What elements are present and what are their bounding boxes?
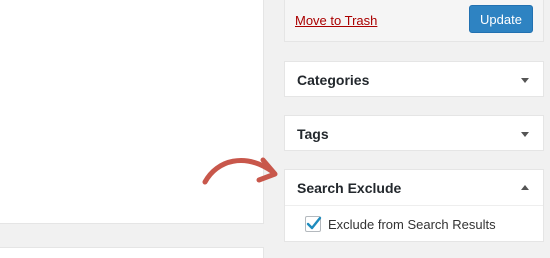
move-to-trash-link[interactable]: Move to Trash bbox=[295, 13, 377, 28]
exclude-from-search-checkbox[interactable] bbox=[305, 216, 322, 232]
editor-meta-area bbox=[0, 247, 264, 258]
publish-box: Move to Trash Update bbox=[284, 0, 544, 42]
search-exclude-panel: Search Exclude Exclude from Search Resul… bbox=[284, 169, 544, 242]
categories-panel-header[interactable]: Categories bbox=[285, 62, 543, 98]
checkmark-icon bbox=[306, 216, 322, 230]
tags-panel: Tags bbox=[284, 115, 544, 151]
exclude-from-search-label[interactable]: Exclude from Search Results bbox=[328, 217, 496, 232]
search-exclude-panel-header[interactable]: Search Exclude bbox=[285, 170, 543, 206]
triangle-down-icon[interactable] bbox=[521, 132, 529, 137]
update-button[interactable]: Update bbox=[469, 5, 533, 33]
categories-panel-title: Categories bbox=[297, 72, 370, 88]
triangle-up-icon[interactable] bbox=[521, 185, 529, 190]
search-exclude-panel-title: Search Exclude bbox=[297, 180, 402, 196]
search-exclude-panel-body: Exclude from Search Results bbox=[285, 206, 543, 242]
categories-panel: Categories bbox=[284, 61, 544, 97]
tags-panel-header[interactable]: Tags bbox=[285, 116, 543, 152]
triangle-down-icon[interactable] bbox=[521, 78, 529, 83]
curved-arrow-icon bbox=[202, 157, 278, 185]
tags-panel-title: Tags bbox=[297, 126, 329, 142]
